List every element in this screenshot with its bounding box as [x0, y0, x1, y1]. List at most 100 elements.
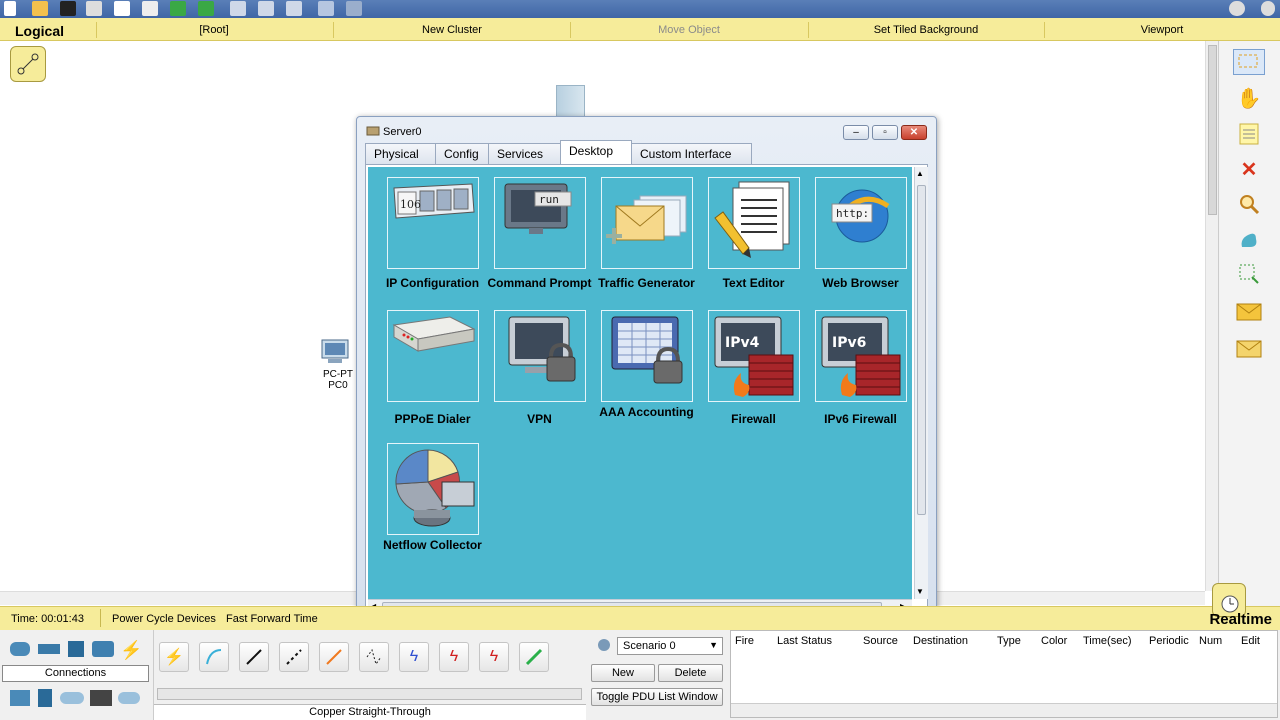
info-icon[interactable] [1229, 1, 1245, 16]
new-scenario-button[interactable]: New [591, 664, 655, 682]
octal-cable-icon[interactable] [519, 642, 549, 672]
connections-category-icon[interactable]: ⚡ [120, 640, 142, 661]
workspace-vertical-scrollbar[interactable] [1205, 41, 1218, 591]
multiuser-category-icon[interactable] [118, 692, 140, 704]
activity-wizard-icon[interactable] [114, 1, 130, 16]
power-cycle-devices-button[interactable]: Power Cycle Devices [112, 613, 216, 625]
print-icon[interactable] [86, 1, 102, 16]
phone-cable-icon[interactable] [359, 642, 389, 672]
delete-icon[interactable]: ✕ [1233, 156, 1265, 182]
tab-custom-interface[interactable]: Custom Interface [631, 143, 752, 164]
root-button[interactable]: [Root] [150, 24, 278, 36]
tab-config[interactable]: Config [435, 143, 489, 164]
navigation-icon[interactable] [10, 46, 46, 82]
pdu-header-type[interactable]: Type [997, 635, 1021, 647]
app-label: AAA Accounting [599, 405, 694, 419]
server-device-icon[interactable] [556, 85, 585, 117]
console-cable-icon[interactable] [199, 642, 229, 672]
select-tool-icon[interactable] [1233, 49, 1265, 75]
app-text-editor[interactable]: Text Editor [700, 177, 807, 290]
realtime-mode-label[interactable]: Realtime [1209, 611, 1272, 628]
fast-forward-time-button[interactable]: Fast Forward Time [226, 613, 318, 625]
viewport-button[interactable]: Viewport [1098, 24, 1226, 36]
app-netflow-collector[interactable]: Netflow Collector [379, 443, 486, 552]
firewall-icon: IPv4 [707, 310, 800, 402]
add-complex-pdu-icon[interactable] [1233, 335, 1265, 361]
copy-icon[interactable] [142, 1, 158, 16]
pc-device[interactable]: PC-PT PC0 [318, 338, 358, 391]
wan-emulation-category-icon[interactable] [60, 692, 84, 704]
automatic-connection-icon[interactable]: ⚡ [159, 642, 189, 672]
custom-devices-category-icon[interactable] [90, 690, 112, 706]
save-icon[interactable] [60, 1, 76, 16]
switches-category-icon[interactable] [38, 644, 60, 654]
help-icon[interactable] [1261, 1, 1275, 16]
new-file-icon[interactable] [4, 1, 16, 16]
wireless-category-icon[interactable] [92, 641, 114, 657]
pdu-header-edit[interactable]: Edit [1241, 635, 1260, 647]
pdu-list-scrollbar[interactable] [731, 703, 1277, 717]
app-command-prompt[interactable]: run Command Prompt [486, 177, 593, 290]
resize-shape-icon[interactable] [1233, 261, 1265, 287]
cable-scrollbar[interactable] [157, 688, 582, 700]
serial-dte-icon[interactable]: ϟ [479, 642, 509, 672]
coaxial-cable-icon[interactable]: ϟ [399, 642, 429, 672]
add-simple-pdu-icon[interactable] [1233, 299, 1265, 325]
app-vpn[interactable]: VPN [486, 310, 593, 426]
app-ip-configuration[interactable]: 106 IP Configuration [379, 177, 486, 290]
pdu-header-num[interactable]: Num [1199, 635, 1222, 647]
logical-view-label[interactable]: Logical [15, 23, 64, 39]
app-web-browser[interactable]: http: Web Browser [807, 177, 914, 290]
app-label: PPPoE Dialer [394, 412, 471, 426]
app-aaa-accounting[interactable]: AAA Accounting [593, 310, 700, 419]
logical-bar: Logical [Root] New Cluster Move Object S… [0, 18, 1280, 41]
pdu-header-color[interactable]: Color [1041, 635, 1067, 647]
place-note-icon[interactable] [1233, 121, 1265, 147]
fiber-cable-icon[interactable] [319, 642, 349, 672]
palette-icon[interactable] [318, 1, 334, 16]
ip-screen-text: 106 [400, 198, 421, 211]
minimize-button[interactable]: – [843, 125, 869, 140]
security-category-icon[interactable] [38, 689, 52, 707]
scenario-select[interactable]: Scenario 0 ▼ [617, 637, 723, 655]
serial-dce-icon[interactable]: ϟ [439, 642, 469, 672]
maximize-button[interactable]: ▫ [872, 125, 898, 140]
pdu-header-destination[interactable]: Destination [913, 635, 968, 647]
end-devices-category-icon[interactable] [10, 690, 30, 706]
dialog-title: Server0 [383, 126, 422, 138]
delete-scenario-button[interactable]: Delete [658, 664, 723, 682]
app-firewall[interactable]: IPv4 Firewall [700, 310, 807, 426]
zoom-in-icon[interactable] [230, 1, 246, 16]
pdu-header-last-status[interactable]: Last Status [777, 635, 832, 647]
undo-icon[interactable] [170, 1, 186, 16]
tab-desktop[interactable]: Desktop [560, 140, 632, 164]
app-ipv6-firewall[interactable]: IPv6 IPv6 Firewall [807, 310, 914, 426]
open-folder-icon[interactable] [32, 1, 48, 16]
zoom-out-icon[interactable] [286, 1, 302, 16]
hubs-category-icon[interactable] [68, 641, 84, 657]
set-tiled-background-button[interactable]: Set Tiled Background [862, 24, 990, 36]
move-object-button[interactable]: Move Object [625, 24, 753, 36]
new-cluster-button[interactable]: New Cluster [388, 24, 516, 36]
pc-name-label: PC0 [328, 380, 348, 391]
pdu-header-source[interactable]: Source [863, 635, 898, 647]
pdu-header-periodic[interactable]: Periodic [1149, 635, 1189, 647]
copper-straight-through-icon[interactable] [239, 642, 269, 672]
zoom-reset-icon[interactable] [258, 1, 274, 16]
toggle-pdu-list-button[interactable]: Toggle PDU List Window [591, 688, 723, 706]
inspect-magnifier-icon[interactable] [1233, 191, 1265, 217]
app-pppoe-dialer[interactable]: PPPoE Dialer [379, 310, 486, 426]
inspect-hand-icon[interactable]: ✋ [1233, 85, 1265, 111]
pdu-header-fire[interactable]: Fire [735, 635, 754, 647]
app-traffic-generator[interactable]: Traffic Generator [593, 177, 700, 290]
redo-icon[interactable] [198, 1, 214, 16]
draw-shape-icon[interactable] [1233, 227, 1265, 253]
routers-category-icon[interactable] [10, 642, 30, 656]
dialog-vertical-scrollbar[interactable]: ▲ ▼ [914, 167, 928, 599]
custom-device-icon[interactable] [346, 1, 362, 16]
tab-physical[interactable]: Physical [365, 143, 436, 164]
pdu-header-time[interactable]: Time(sec) [1083, 635, 1131, 647]
copper-cross-over-icon[interactable] [279, 642, 309, 672]
tab-services[interactable]: Services [488, 143, 561, 164]
close-button[interactable]: ✕ [901, 125, 927, 140]
